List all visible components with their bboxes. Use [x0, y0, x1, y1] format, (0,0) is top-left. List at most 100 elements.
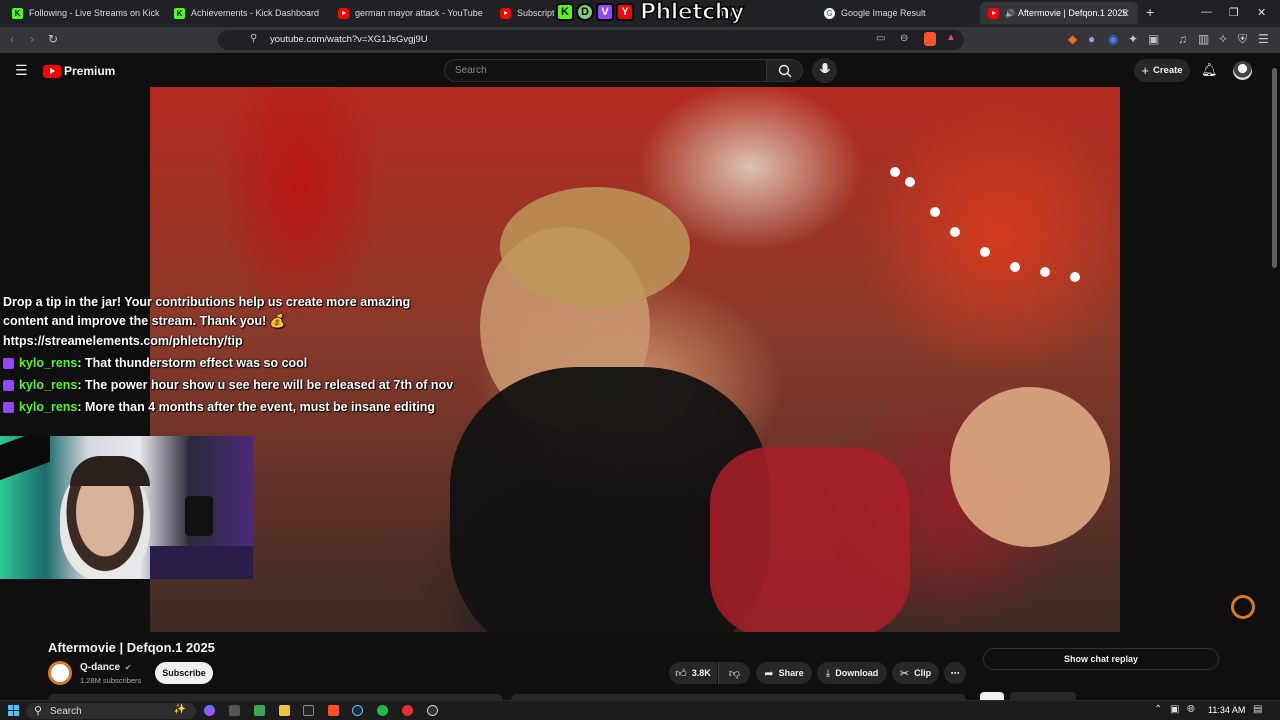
youtube-brand-text: Premium — [64, 64, 116, 78]
extension-blue-icon[interactable]: ◉ — [1108, 32, 1118, 46]
obs-record-icon[interactable] — [402, 705, 413, 716]
show-chat-replay-button[interactable]: Show chat replay — [983, 648, 1219, 670]
dislike-button[interactable]: 👎︎ — [718, 662, 750, 684]
spotify-icon[interactable] — [377, 705, 388, 716]
filter-chip-all[interactable] — [980, 692, 1004, 700]
tab-kick-achievements[interactable]: K Achievements - Kick Dashboard — [166, 2, 326, 24]
share-button[interactable]: ➦ Share — [756, 662, 812, 684]
leo-ai-icon[interactable]: ✧ — [1218, 32, 1228, 46]
file-explorer-icon[interactable] — [279, 705, 290, 716]
url-text: youtube.com/watch?v=XG1JsGvgj9U — [270, 34, 428, 45]
new-tab-button[interactable]: + — [1146, 4, 1154, 20]
sidebar-icon[interactable]: ▥ — [1198, 32, 1209, 46]
search-button[interactable] — [766, 59, 803, 82]
brave-rewards-icon[interactable]: ▲ — [946, 32, 956, 43]
qdance-watermark-icon — [1231, 595, 1255, 619]
clip-button[interactable]: ✂ Clip — [892, 662, 939, 684]
more-icon: ⋯ — [950, 667, 960, 678]
brave-shields-icon[interactable] — [924, 32, 936, 46]
tab-youtube-search[interactable]: german mayor attack - YouTube — [330, 2, 490, 24]
speaker-icon: 🔊 — [1005, 8, 1015, 18]
chat-message: kylo_rens : The power hour show u see he… — [3, 374, 453, 396]
channel-avatar[interactable] — [48, 661, 72, 685]
chat-text: : The power hour show u see here will be… — [77, 377, 454, 392]
scissors-icon: ✂ — [899, 667, 910, 680]
tab-label: Subscriptions — [517, 8, 554, 18]
channel-name[interactable]: Q-dance ✔ — [80, 662, 132, 673]
tab-youtube-subscriptions[interactable]: Subscriptions — [492, 2, 554, 24]
close-tab-icon[interactable]: ✕ — [1121, 7, 1130, 20]
more-actions-button[interactable]: ⋯ — [944, 662, 966, 684]
windows-taskbar: ⚲ Search ✨ ⌃ ▣ 🌐︎ 11:34 AM ▤ — [0, 700, 1280, 720]
kick-chat-icon — [3, 401, 14, 413]
youtube-icon — [988, 7, 999, 19]
reload-icon[interactable]: ↻ — [48, 32, 58, 46]
notifications-bell-icon[interactable]: 🔔︎ — [1201, 62, 1218, 78]
avatar[interactable] — [1233, 61, 1252, 80]
page-scrollbar[interactable] — [1270, 60, 1278, 700]
video-scene-red-shirt — [710, 447, 910, 632]
maximize-button[interactable]: ❐ — [1229, 6, 1239, 19]
cast-icon[interactable]: ▭ — [876, 33, 885, 44]
notifications-icon[interactable]: ▤ — [1253, 704, 1262, 715]
brave-browser-icon[interactable] — [328, 705, 339, 716]
thumbs-up-icon: 👍︎ — [675, 667, 687, 680]
search-box[interactable]: Search — [444, 59, 767, 82]
task-view-icon[interactable] — [229, 705, 240, 716]
webcam-speaker — [185, 496, 213, 536]
share-label: Share — [778, 668, 804, 678]
search-placeholder: Search — [455, 65, 487, 76]
plus-icon: + — [1141, 63, 1149, 78]
kick-icon: K — [12, 7, 23, 19]
terminal-icon[interactable] — [303, 705, 314, 716]
tray-chevron-icon[interactable]: ⌃ — [1154, 704, 1162, 715]
extension-fox-icon[interactable]: ◆ — [1068, 32, 1077, 46]
tab-google-image[interactable]: G Google Image Result — [816, 2, 976, 24]
media-icon[interactable]: ♫ — [1178, 32, 1187, 46]
minimize-button[interactable]: — — [1201, 6, 1212, 18]
copilot-icon[interactable] — [204, 705, 215, 716]
microphone-icon — [820, 63, 830, 74]
taskbar-search[interactable]: ⚲ Search ✨ — [26, 703, 196, 719]
youtube-logo[interactable]: Premium — [43, 64, 115, 78]
thumbs-down-icon: 👎︎ — [728, 667, 741, 680]
back-icon[interactable]: ‹ — [10, 32, 14, 46]
tab-active-aftermovie[interactable]: 🔊 Aftermovie | Defqon.1 2025 ✕ — [980, 2, 1138, 24]
store-icon[interactable] — [254, 705, 265, 716]
chat-text: : More than 4 months after the event, mu… — [77, 399, 436, 414]
windows-start-icon[interactable] — [8, 705, 19, 716]
address-bar[interactable]: ⚲ youtube.com/watch?v=XG1JsGvgj9U ▭ ⊖ ▲ — [218, 30, 964, 50]
menu-icon[interactable]: ☰ — [1258, 32, 1269, 46]
tray-app-icon[interactable]: ▣ — [1170, 704, 1179, 715]
filter-chip[interactable] — [1010, 692, 1076, 700]
like-button[interactable]: 👍︎ 3.8K — [669, 662, 717, 684]
search-icon — [778, 64, 792, 78]
obs-studio-icon[interactable] — [427, 705, 438, 716]
share-icon: ➦ — [764, 667, 774, 680]
overlay-logo-text: Phletchy — [639, 0, 745, 25]
network-icon[interactable]: 🌐︎ — [1187, 704, 1195, 715]
close-window-button[interactable]: ✕ — [1257, 6, 1266, 19]
forward-icon[interactable]: › — [30, 32, 34, 46]
taskbar-clock[interactable]: 11:34 AM — [1208, 705, 1245, 715]
video-scene-lights — [890, 167, 900, 177]
extension-cloud-icon[interactable]: ● — [1088, 32, 1095, 46]
like-count: 3.8K — [691, 668, 711, 678]
download-button[interactable]: ⤓ Download — [817, 662, 887, 684]
create-button[interactable]: + Create — [1134, 59, 1190, 82]
extensions-puzzle-icon[interactable]: ✦ — [1128, 32, 1138, 46]
youtube-badge-icon: Y — [616, 3, 634, 21]
scrollbar-thumb[interactable] — [1272, 68, 1277, 268]
hamburger-menu-icon[interactable]: ☰ — [15, 62, 28, 79]
subscribe-button[interactable]: Subscribe — [155, 662, 213, 684]
search-highlight-icon: ✨ — [173, 704, 186, 715]
voice-search-button[interactable] — [812, 58, 837, 83]
zoom-icon[interactable]: ⊖ — [900, 33, 908, 44]
tab-kick-following[interactable]: K Following - Live Streams on Kick — [4, 2, 164, 24]
browser-toolbar: ‹ › ↻ ☐ ⚲ youtube.com/watch?v=XG1JsGvgj9… — [0, 27, 1280, 53]
vpn-icon[interactable]: ⛨ — [1238, 32, 1247, 47]
kick-chat-icon — [3, 379, 14, 391]
steam-icon[interactable] — [352, 705, 363, 716]
screenshot-icon[interactable]: ▣ — [1148, 32, 1159, 46]
site-info-icon[interactable]: ⚲ — [250, 33, 257, 44]
